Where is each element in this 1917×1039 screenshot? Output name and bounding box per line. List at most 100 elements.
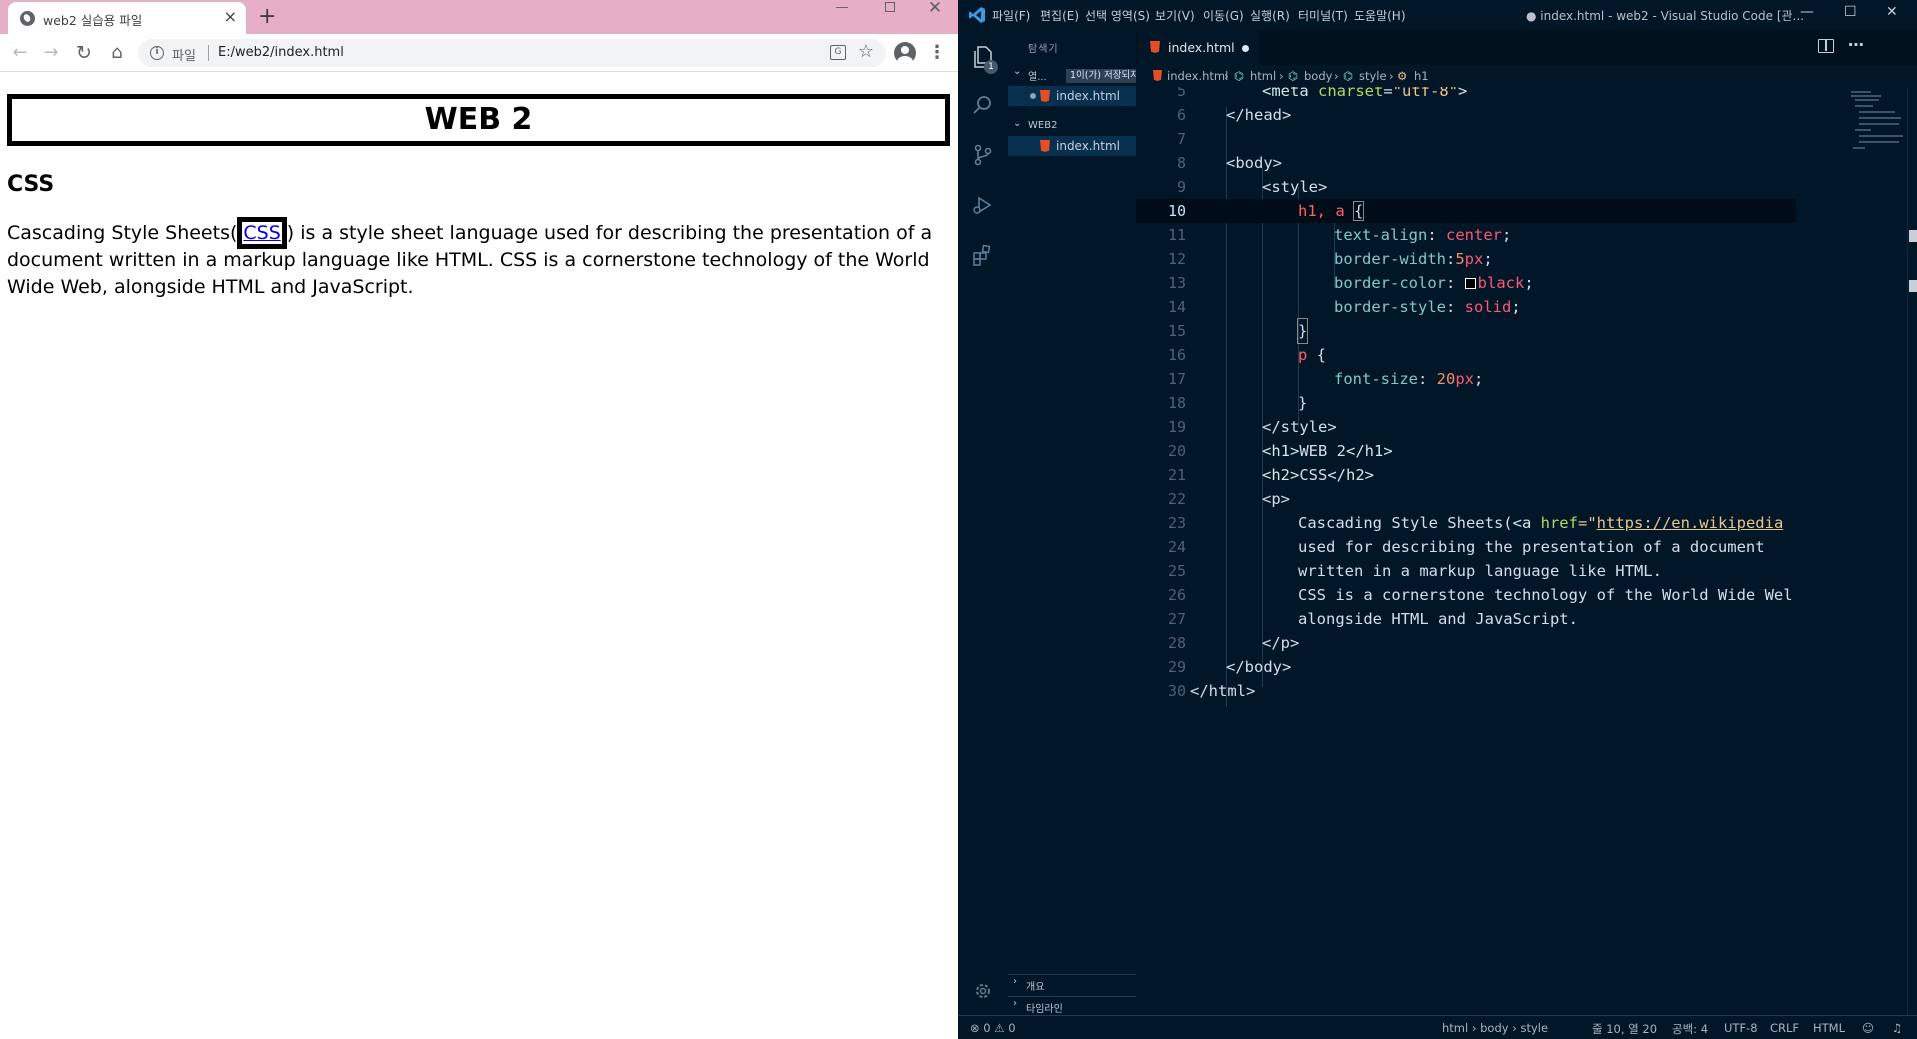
status-path[interactable]: html › body › style <box>1442 1021 1548 1035</box>
tab-title: web2 실습용 파일 <box>43 13 143 28</box>
line-number: 6 <box>1176 106 1186 124</box>
unsaved-dot-icon[interactable] <box>1242 45 1249 52</box>
notifications-bell-icon[interactable]: ♫ <box>1892 1021 1902 1035</box>
bookmark-star-icon[interactable]: ☆ <box>858 42 874 62</box>
source-control-icon[interactable] <box>970 142 996 168</box>
new-tab-button[interactable]: + <box>258 4 276 30</box>
breadcrumb-item-body[interactable]: body <box>1304 69 1332 83</box>
code-token: <p> <box>1262 490 1290 508</box>
problems-status[interactable]: ⊗ 0 ⚠ 0 <box>970 1021 1016 1035</box>
html5-file-icon <box>1040 90 1050 102</box>
address-bar[interactable]: i 파일 E:/web2/index.html G ☆ <box>138 39 886 67</box>
vscode-minimize-button[interactable]: — <box>1800 4 1814 20</box>
code-line: 17 font-size: 20px; <box>1136 367 1796 391</box>
breadcrumb: index.html › ⌬ html › ⌬ body › ⌬ style ›… <box>1136 65 1917 87</box>
breadcrumb-item-file[interactable]: index.html <box>1167 69 1228 83</box>
web-page: WEB 2 CSS Cascading Style Sheets(CSS) is… <box>0 72 958 1039</box>
status-language[interactable]: HTML <box>1813 1021 1845 1035</box>
profile-avatar-icon[interactable] <box>894 42 916 64</box>
menu-help[interactable]: 도움말(H) <box>1354 7 1406 24</box>
code-line: 29 </body> <box>1136 655 1796 679</box>
line-number: 16 <box>1167 346 1186 364</box>
status-cursor-position[interactable]: 줄 10, 열 20 <box>1592 1021 1657 1037</box>
extensions-icon[interactable] <box>970 242 996 268</box>
menu-file[interactable]: 파일(F) <box>992 7 1030 24</box>
line-number: 11 <box>1167 226 1186 244</box>
chevron-right-icon: › <box>1389 69 1394 83</box>
tab-close-icon[interactable]: × <box>224 8 237 26</box>
line-number: 14 <box>1167 298 1186 316</box>
menu-go[interactable]: 이동(G) <box>1203 7 1244 24</box>
forward-button[interactable]: → <box>40 42 62 64</box>
code-token: </h2> <box>1327 466 1374 484</box>
code-line-current: 10 h1, a { <box>1136 199 1796 223</box>
run-debug-icon[interactable] <box>970 192 996 218</box>
outline-label: 개요 <box>1026 982 1045 993</box>
code-token: <h1> <box>1262 442 1300 460</box>
menu-run[interactable]: 실행(R) <box>1250 7 1290 24</box>
code-editor[interactable]: 5 <meta charset="utf-8"> 6 </head> 7 8 <bod… <box>1136 87 1796 1015</box>
code-line: 19 </style> <box>1136 415 1796 439</box>
browser-menu-icon[interactable]: ⋮ <box>928 42 946 64</box>
folder-section[interactable]: ⌄ WEB2 <box>1008 118 1136 136</box>
menu-selection[interactable]: 선택 영역(S) <box>1085 7 1150 24</box>
line-number: 5 <box>1176 87 1186 100</box>
info-icon[interactable]: i <box>150 46 164 60</box>
vscode-logo-icon <box>969 7 985 23</box>
menu-edit[interactable]: 편집(E) <box>1040 7 1079 24</box>
vscode-close-button[interactable]: ✕ <box>1886 4 1898 20</box>
status-indentation[interactable]: 공백: 4 <box>1672 1021 1708 1037</box>
line-number: 30 <box>1167 682 1186 700</box>
back-button[interactable]: ← <box>9 42 31 64</box>
search-icon[interactable] <box>970 92 996 118</box>
home-button[interactable]: ⌂ <box>106 42 128 64</box>
menu-terminal[interactable]: 터미널(T) <box>1298 7 1348 24</box>
timeline-section[interactable]: › 타임라인 <box>1008 996 1136 1015</box>
browser-tab[interactable]: web2 실습용 파일 × <box>8 2 246 34</box>
code-line: 27 alongside HTML and JavaScript. <box>1136 607 1796 631</box>
translate-icon[interactable]: G <box>830 45 846 60</box>
feedback-icon[interactable]: ☺ <box>1862 1021 1874 1035</box>
code-token: text-align <box>1334 226 1428 244</box>
code-line: 16 p { <box>1136 343 1796 367</box>
code-line: 20 <h1>WEB 2</h1> <box>1136 439 1796 463</box>
page-subheading: CSS <box>7 172 55 197</box>
outline-section[interactable]: › 개요 <box>1008 974 1136 993</box>
breadcrumb-item-h1[interactable]: h1 <box>1414 69 1429 83</box>
breadcrumb-item-html[interactable]: html <box>1250 69 1276 83</box>
maximize-button[interactable] <box>868 0 912 30</box>
code-line: 28 </p> <box>1136 631 1796 655</box>
status-encoding[interactable]: UTF-8 <box>1724 1021 1758 1035</box>
unsaved-dot-icon <box>1030 93 1036 99</box>
settings-gear-icon[interactable] <box>972 980 994 1002</box>
vscode-maximize-button[interactable]: ☐ <box>1844 4 1857 20</box>
open-editor-item[interactable]: index.html <box>1008 86 1136 106</box>
menu-view[interactable]: 보기(V) <box>1155 7 1195 24</box>
line-number: 7 <box>1176 130 1186 148</box>
split-editor-icon[interactable] <box>1818 39 1834 53</box>
vscode-window-title: ● index.html - web2 - Visual Studio Code… <box>1526 9 1805 23</box>
css-link[interactable]: CSS <box>237 217 287 249</box>
open-editors-label: 열... <box>1028 72 1047 83</box>
status-eol[interactable]: CRLF <box>1770 1021 1799 1035</box>
open-editor-filename: index.html <box>1056 89 1120 103</box>
vertical-scrollbar[interactable] <box>1907 87 1917 1015</box>
editor-tab[interactable]: index.html <box>1138 30 1258 65</box>
color-swatch-icon[interactable] <box>1464 278 1476 289</box>
code-token: alongside HTML and JavaScript. <box>1298 610 1578 628</box>
folder-file-item[interactable]: index.html <box>1008 136 1136 156</box>
more-actions-icon[interactable]: ⋯ <box>1848 35 1864 54</box>
minimize-button[interactable]: — <box>820 0 864 30</box>
code-line: 6 </head> <box>1136 103 1796 127</box>
address-url[interactable]: E:/web2/index.html <box>218 45 344 60</box>
code-token: : <box>1445 250 1456 268</box>
reload-button[interactable]: ↻ <box>73 42 95 64</box>
code-token: center <box>1446 226 1502 244</box>
breadcrumb-item-style[interactable]: style <box>1359 69 1387 83</box>
chevron-down-icon: ⌄ <box>1013 118 1022 129</box>
open-editors-section[interactable]: ⌄ 열... 1이(가) 저장되지 않음 <box>1008 66 1164 84</box>
line-number: 17 <box>1167 370 1186 388</box>
minimap[interactable] <box>1849 87 1907 157</box>
close-window-button[interactable]: ✕ <box>913 0 957 30</box>
code-link[interactable]: https://en.wikipedia <box>1597 514 1784 532</box>
